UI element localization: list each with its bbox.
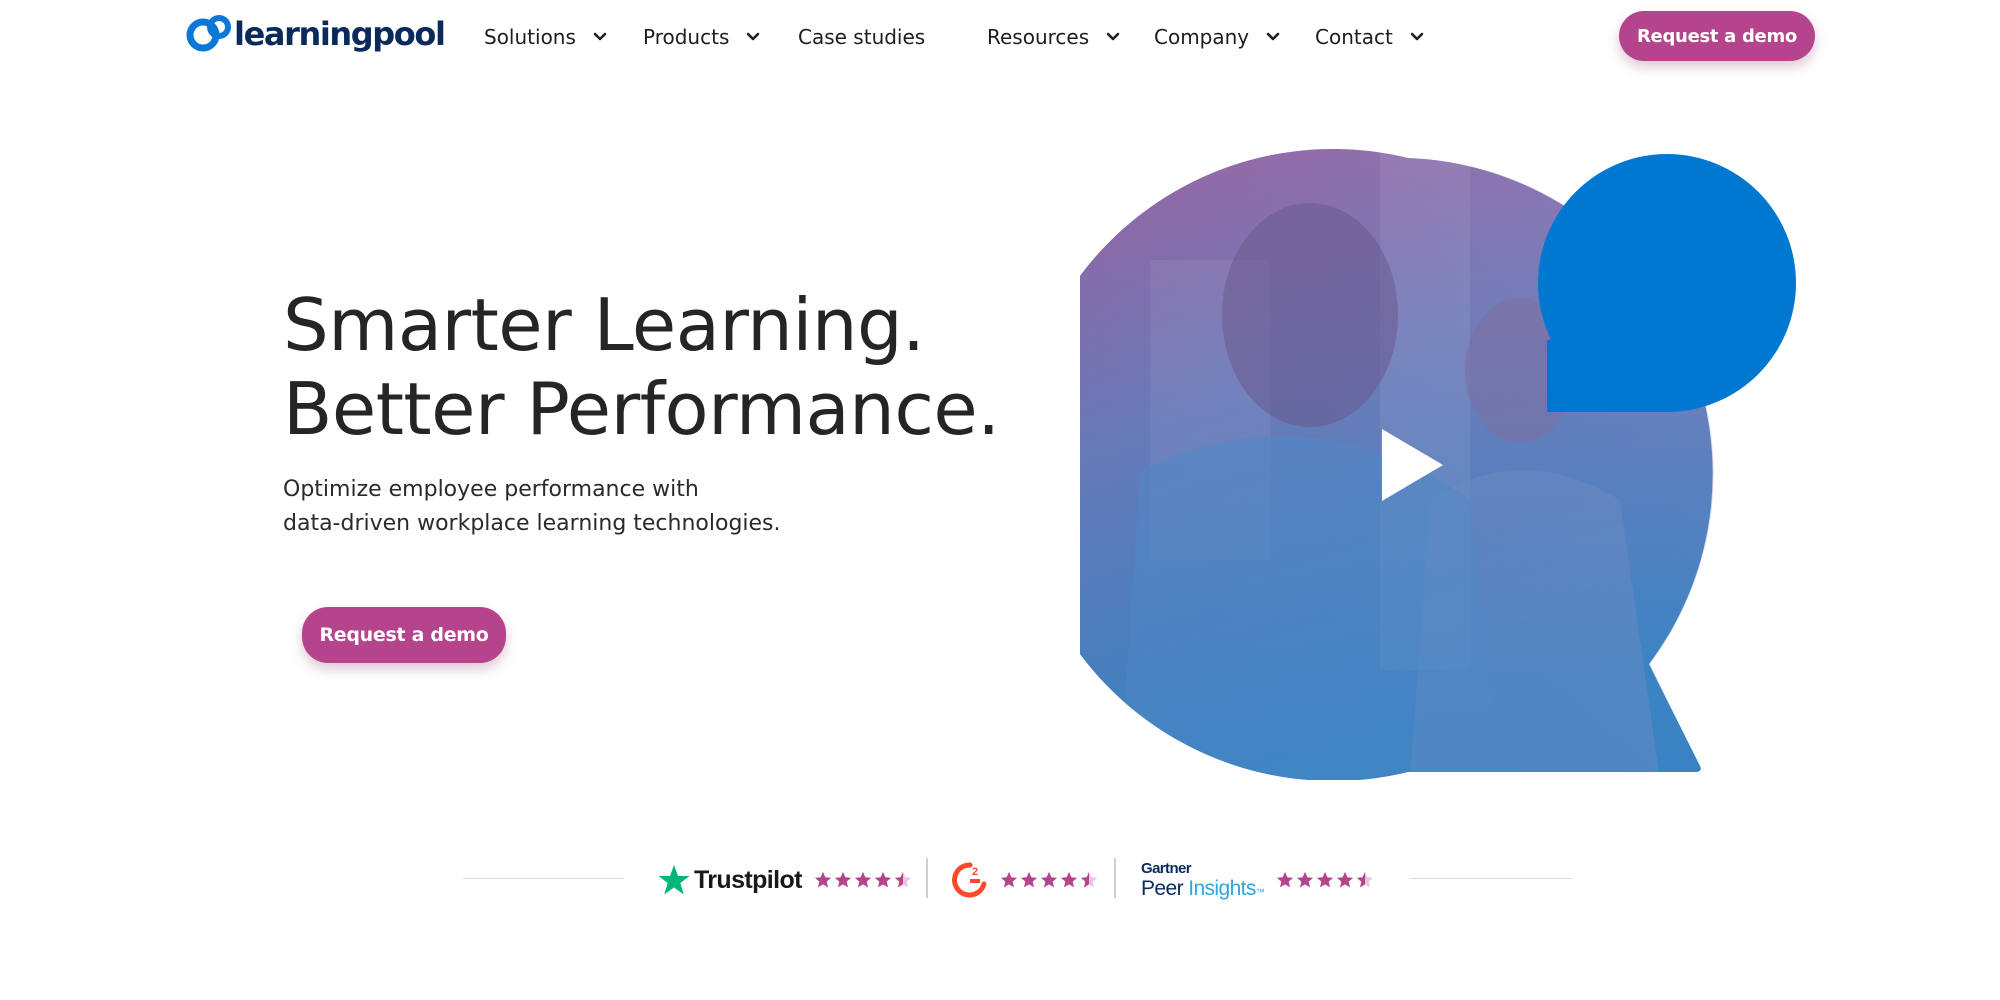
star-full-icon [1060,871,1078,888]
speech-bubble-icon [1538,154,1796,412]
vertical-separator [926,858,928,898]
peer-insights-text-b: Insights [1188,877,1256,900]
hero-subtitle: Optimize employee performance with data-… [283,473,883,541]
chevron-down-icon [593,32,607,41]
hero-title: Smarter Learning. Better Performance. [283,283,1003,451]
request-demo-button-header[interactable]: Request a demo [1619,11,1815,61]
star-half-icon [1080,871,1098,888]
logo[interactable]: learningpool [186,12,446,58]
nav-item-case-studies[interactable]: Case studies [798,22,925,52]
star-half-icon [1357,871,1374,888]
star-rating [1276,871,1376,889]
star-full-icon [1297,871,1314,888]
star-rating [814,871,914,889]
gartner-logo-text: Gartner [1141,860,1192,877]
divider-line [1410,878,1572,879]
chevron-down-icon [1410,32,1424,41]
site-header: learningpool Solutions Products Case stu… [0,0,2000,72]
peer-insights-logo-text: Peer Insights™ [1141,877,1265,900]
star-full-icon [874,871,891,888]
logo-text: learningpool [234,15,446,53]
request-demo-button-hero[interactable]: Request a demo [302,607,506,663]
star-full-icon [1337,871,1354,888]
trustpilot-logo-text: Trustpilot [694,865,802,894]
chevron-down-icon [1266,32,1280,41]
nav-item-label: Solutions [484,25,576,49]
peer-insights-trademark: ™ [1255,887,1265,897]
hero-subtitle-line: Optimize employee performance with [283,477,699,502]
trustpilot-star-icon [658,865,690,895]
nav-item-company[interactable]: Company [1154,22,1281,52]
star-full-icon [1000,871,1018,888]
logo-mark-icon [186,15,231,52]
nav-item-label: Contact [1315,25,1393,49]
g2-logo-icon: 2 [952,862,987,898]
star-full-icon [854,871,871,888]
vertical-separator [1114,858,1116,898]
star-full-icon [1020,871,1038,888]
video-bubble-graphic [1080,148,1796,780]
star-full-icon [1317,871,1334,888]
rating-g2[interactable]: 2 [952,858,1100,902]
star-full-icon [1277,871,1294,888]
divider-line [463,878,623,879]
nav-item-label: Case studies [798,25,926,49]
hero-video[interactable] [1080,140,1820,780]
chevron-down-icon [747,32,760,41]
hero-subtitle-line: data-driven workplace learning technolog… [283,511,781,536]
rating-gartner-peer-insights[interactable]: Gartner Peer Insights™ [1141,858,1376,902]
nav-item-solutions[interactable]: Solutions [484,22,608,52]
star-full-icon [1040,871,1058,888]
nav-item-resources[interactable]: Resources [987,22,1121,52]
ratings-bar: Trustpilot 2 Gartner Peer Insights™ [0,850,2000,910]
nav-item-contact[interactable]: Contact [1315,22,1425,52]
nav-item-label: Resources [987,25,1090,49]
hero-title-line: Better Performance. [283,367,1000,451]
rating-trustpilot[interactable]: Trustpilot [658,858,914,902]
star-full-icon [814,871,831,888]
nav-item-label: Company [1154,25,1250,49]
star-half-icon [894,871,911,888]
chevron-down-icon [1106,32,1120,41]
hero-title-line: Smarter Learning. [283,283,925,367]
peer-insights-text-a: Peer [1141,877,1184,900]
star-full-icon [834,871,851,888]
star-rating [1000,871,1100,889]
svg-text:2: 2 [972,866,978,878]
gartner-logo: Gartner Peer Insights™ [1141,860,1265,900]
nav-item-label: Products [643,25,730,49]
nav-item-products[interactable]: Products [643,22,761,52]
